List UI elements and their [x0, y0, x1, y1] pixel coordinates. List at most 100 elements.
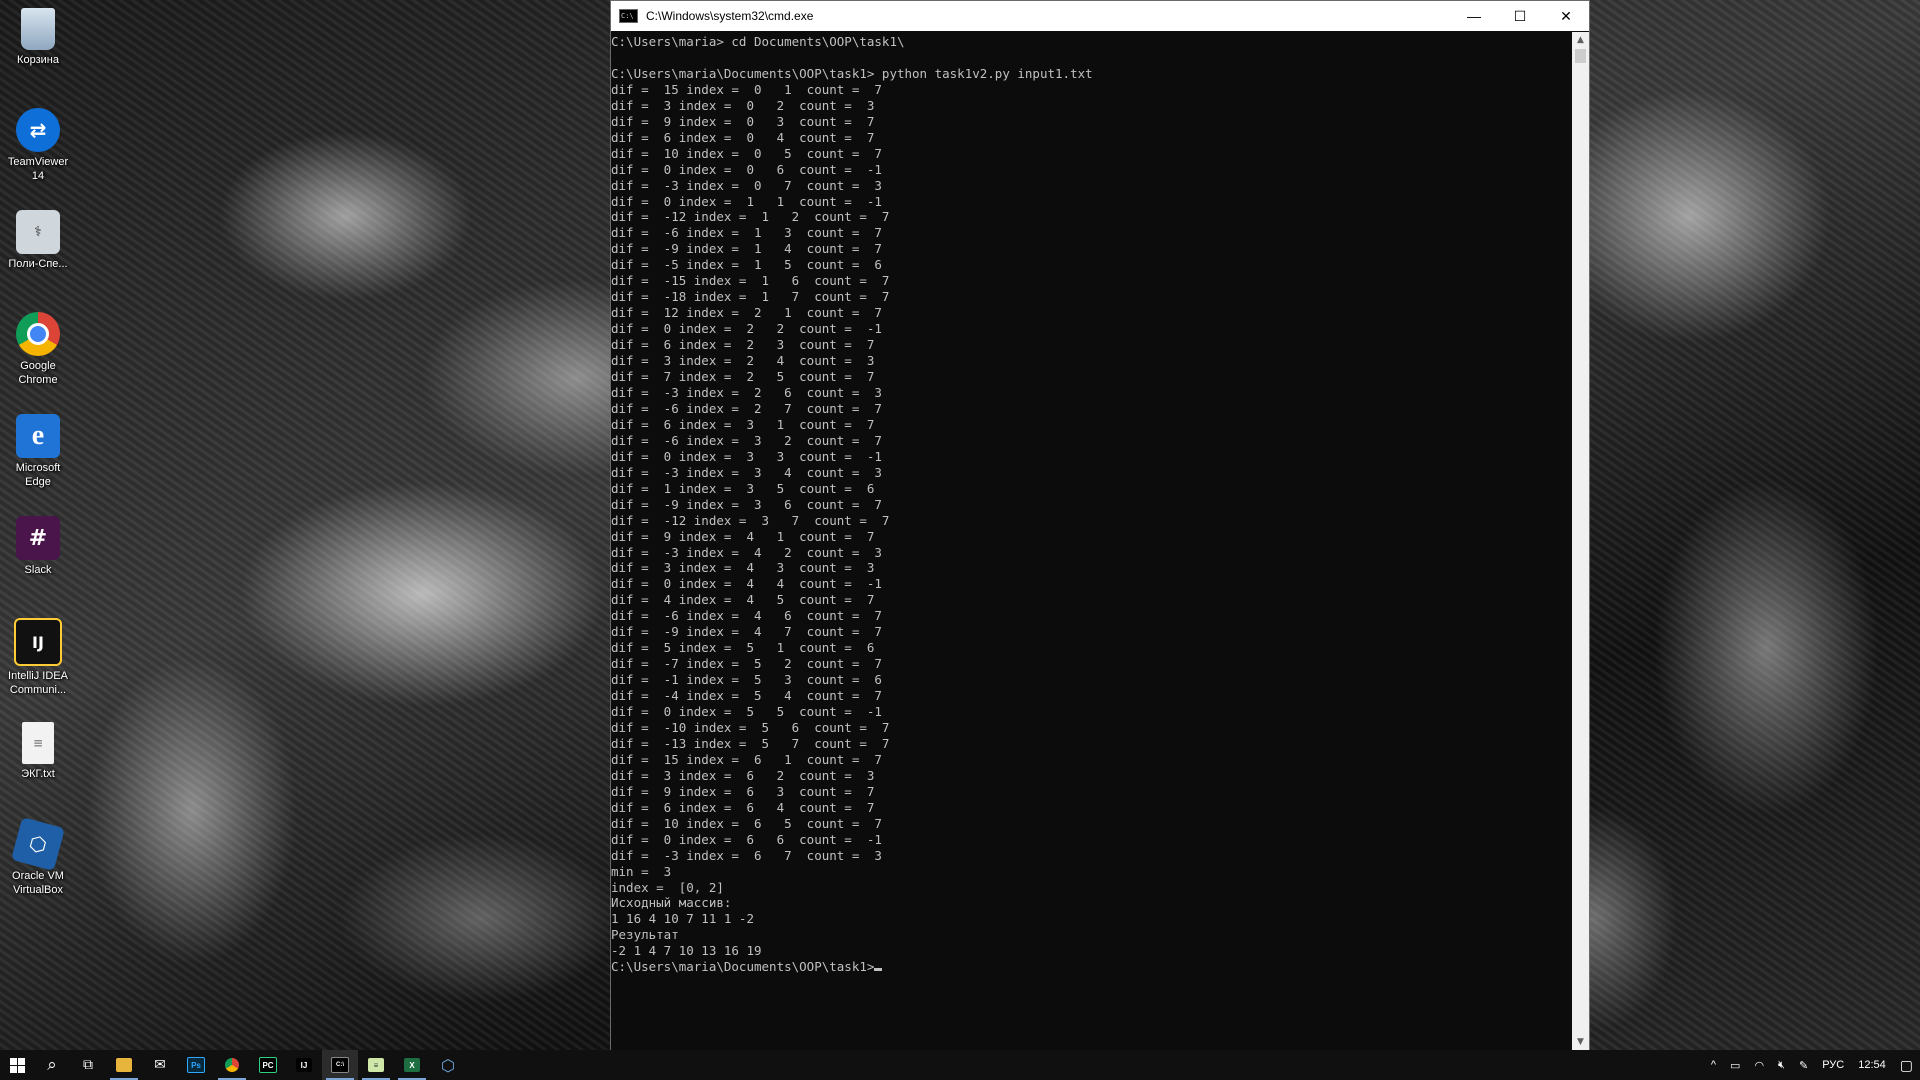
- taskbar-chrome[interactable]: [214, 1050, 250, 1080]
- console-line: dif = -3 index = 6 7 count = 3: [611, 847, 882, 863]
- console-line: -2 1 4 7 10 13 16 19: [611, 943, 762, 959]
- virtualbox-icon: ⬡: [441, 1055, 455, 1075]
- desktop-icon-edge[interactable]: e Microsoft Edge: [2, 414, 74, 489]
- task-view-button[interactable]: ⧉: [70, 1050, 106, 1080]
- console-line: dif = -12 index = 1 2 count = 7: [611, 209, 890, 225]
- console-line: dif = 9 index = 0 3 count = 7: [611, 113, 875, 129]
- desktop-icon-label: ЭКГ.txt: [21, 768, 55, 780]
- desktop-icon-intellij[interactable]: IJ IntelliJ IDEA Communi...: [2, 618, 74, 697]
- desktop-icon-label: Microsoft Edge: [15, 462, 61, 488]
- taskbar-pycharm[interactable]: PC: [250, 1050, 286, 1080]
- console-line: dif = -6 index = 3 2 count = 7: [611, 432, 882, 448]
- console-line: dif = -6 index = 4 6 count = 7: [611, 608, 882, 624]
- window-title: C:\Windows\system32\cmd.exe: [646, 9, 814, 23]
- scroll-up-arrow-icon[interactable]: ▲: [1572, 32, 1589, 49]
- console-line: C:\Users\maria\Documents\OOP\task1>: [611, 959, 1572, 975]
- input-language[interactable]: РУС: [1815, 1059, 1851, 1071]
- start-button[interactable]: [0, 1050, 34, 1080]
- taskbar-photoshop[interactable]: Ps: [178, 1050, 214, 1080]
- vertical-scrollbar[interactable]: ▲ ▼: [1572, 32, 1589, 1051]
- system-tray: ^ ▭ ◠ 🔇︎ ✎ РУС 12:54 ▢: [1704, 1050, 1920, 1080]
- taskbar-intellij[interactable]: IJ: [286, 1050, 322, 1080]
- scrollbar-thumb[interactable]: [1575, 49, 1586, 63]
- console-line: dif = -9 index = 1 4 count = 7: [611, 241, 882, 257]
- taskbar-file-explorer[interactable]: [106, 1050, 142, 1080]
- console-line: dif = -3 index = 0 7 count = 3: [611, 177, 882, 193]
- taskbar-excel[interactable]: X: [394, 1050, 430, 1080]
- battery-icon[interactable]: ▭: [1723, 1059, 1747, 1072]
- edge-icon: e: [16, 414, 60, 458]
- volume-muted-icon[interactable]: 🔇︎: [1771, 1059, 1792, 1072]
- notepad-icon: ≡: [368, 1058, 384, 1072]
- console-line: dif = -9 index = 3 6 count = 7: [611, 496, 882, 512]
- desktop-icon-label: Slack: [24, 564, 52, 576]
- intellij-icon: IJ: [296, 1058, 312, 1072]
- file-explorer-icon: [116, 1058, 132, 1072]
- console-line: dif = -1 index = 5 3 count = 6: [611, 672, 882, 688]
- poly-spectrum-icon: ⚕: [16, 210, 60, 254]
- search-button[interactable]: ⌕: [34, 1050, 70, 1080]
- desktop-icon-teamviewer[interactable]: ⇄ TeamViewer 14: [2, 108, 74, 183]
- console-line: dif = 5 index = 5 1 count = 6: [611, 640, 875, 656]
- scroll-down-arrow-icon[interactable]: ▼: [1572, 1034, 1589, 1051]
- clock-time[interactable]: 12:54: [1851, 1059, 1893, 1071]
- desktop-icon-chrome[interactable]: Google Chrome: [2, 312, 74, 387]
- wifi-icon[interactable]: ◠: [1747, 1059, 1771, 1072]
- chrome-icon: [16, 312, 60, 356]
- console-line: dif = -7 index = 5 2 count = 7: [611, 656, 882, 672]
- desktop-icon-label: IntelliJ IDEA Communi...: [8, 670, 68, 696]
- console-line: dif = 10 index = 6 5 count = 7: [611, 815, 882, 831]
- cmd-icon: C:\: [331, 1057, 349, 1073]
- console-line: dif = 15 index = 0 1 count = 7: [611, 81, 882, 97]
- mail-icon: ✉: [154, 1057, 166, 1073]
- console-line: dif = 6 index = 2 3 count = 7: [611, 337, 875, 353]
- cmd-app-icon: C:\: [619, 9, 638, 23]
- console-line: dif = -6 index = 1 3 count = 7: [611, 225, 882, 241]
- console-line: dif = 6 index = 3 1 count = 7: [611, 416, 875, 432]
- search-icon: ⌕: [47, 1055, 57, 1075]
- taskbar-virtualbox[interactable]: ⬡: [430, 1050, 466, 1080]
- console-line: dif = 0 index = 0 6 count = -1: [611, 161, 882, 177]
- taskbar-mail[interactable]: ✉: [142, 1050, 178, 1080]
- console-line: dif = 4 index = 4 5 count = 7: [611, 592, 875, 608]
- pycharm-icon: PC: [259, 1057, 277, 1073]
- notifications-icon[interactable]: ▢: [1893, 1057, 1920, 1074]
- close-button[interactable]: ✕: [1543, 1, 1589, 31]
- desktop-icon-virtualbox[interactable]: ⬡ Oracle VM VirtualBox: [2, 817, 74, 897]
- console-line: Результат: [611, 927, 679, 943]
- desktop-icon-slack[interactable]: # Slack: [2, 516, 74, 577]
- taskbar-cmd[interactable]: C:\: [322, 1050, 358, 1080]
- maximize-button[interactable]: ☐: [1497, 1, 1543, 31]
- taskbar-notepad[interactable]: ≡: [358, 1050, 394, 1080]
- console-line: dif = -15 index = 1 6 count = 7: [611, 273, 890, 289]
- desktop-icon-label: Google Chrome: [18, 360, 58, 386]
- console-line: dif = 10 index = 0 5 count = 7: [611, 145, 882, 161]
- console-line: C:\Users\maria> cd Documents\OOP\task1\: [611, 34, 905, 49]
- console-line: min = 3: [611, 863, 672, 879]
- console-line: dif = 0 index = 1 1 count = -1: [611, 193, 882, 209]
- console-line: dif = 9 index = 4 1 count = 7: [611, 528, 875, 544]
- console-line: dif = 3 index = 0 2 count = 3: [611, 97, 875, 113]
- minimize-button[interactable]: —: [1451, 1, 1497, 31]
- desktop-icon-label: Oracle VM VirtualBox: [12, 870, 64, 896]
- console-line: dif = -10 index = 5 6 count = 7: [611, 719, 890, 735]
- console-area[interactable]: C:\Users\maria> cd Documents\OOP\task1\ …: [611, 32, 1572, 1051]
- console-line: dif = 3 index = 2 4 count = 3: [611, 353, 875, 369]
- tray-overflow-chevron-icon[interactable]: ^: [1704, 1059, 1723, 1071]
- console-line: dif = -3 index = 4 2 count = 3: [611, 544, 882, 560]
- desktop-icon-recycle-bin[interactable]: Корзина: [2, 8, 74, 67]
- cmd-titlebar[interactable]: C:\ C:\Windows\system32\cmd.exe — ☐ ✕: [611, 1, 1589, 31]
- console-line: index = [0, 2]: [611, 879, 724, 895]
- desktop-icon-label: Корзина: [17, 54, 59, 66]
- console-line: dif = -13 index = 5 7 count = 7: [611, 735, 890, 751]
- excel-icon: X: [404, 1058, 420, 1072]
- console-line: dif = -4 index = 5 4 count = 7: [611, 688, 882, 704]
- console-line: dif = 6 index = 0 4 count = 7: [611, 129, 875, 145]
- desktop-icon-ekg-txt[interactable]: ≡ ЭКГ.txt: [2, 722, 74, 781]
- recycle-bin-icon: [21, 8, 55, 50]
- desktop-icon-poly-spectrum[interactable]: ⚕ Поли-Спе...: [2, 210, 74, 271]
- pen-icon[interactable]: ✎: [1792, 1059, 1815, 1072]
- console-line: dif = 0 index = 3 3 count = -1: [611, 448, 882, 464]
- cmd-window[interactable]: C:\ C:\Windows\system32\cmd.exe — ☐ ✕ C:…: [610, 0, 1590, 1052]
